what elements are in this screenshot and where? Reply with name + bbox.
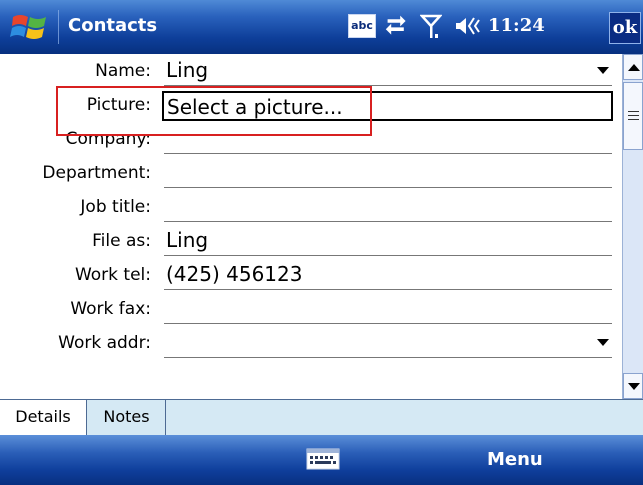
scroll-down-icon[interactable] <box>623 373 643 399</box>
field-underline <box>164 289 612 290</box>
clock[interactable]: 11:24 <box>488 15 545 36</box>
keyboard-icon[interactable] <box>306 448 340 470</box>
grip-line <box>628 115 639 116</box>
volume-icon[interactable] <box>454 14 482 38</box>
field-department[interactable]: Department: <box>0 156 621 190</box>
field-label: Job title: <box>80 197 151 217</box>
vertical-scrollbar[interactable] <box>622 54 643 399</box>
windows-start-icon[interactable] <box>10 11 50 43</box>
ok-button[interactable]: ok <box>609 12 641 44</box>
app-title: Contacts <box>68 15 158 36</box>
field-label: Work fax: <box>70 299 151 319</box>
field-label: Department: <box>42 163 151 183</box>
field-label: Name: <box>95 61 151 81</box>
field-name[interactable]: Name: Ling <box>0 54 621 88</box>
field-work-addr[interactable]: Work addr: <box>0 326 621 360</box>
scroll-thumb[interactable] <box>623 82 643 150</box>
tab-notes[interactable]: Notes <box>88 400 166 435</box>
field-job-title[interactable]: Job title: <box>0 190 621 224</box>
chevron-down-icon[interactable] <box>597 339 609 346</box>
work-tel-field[interactable]: (425) 456123 <box>166 262 302 286</box>
picture-highlight-frame <box>56 86 372 136</box>
field-underline <box>164 357 612 358</box>
scroll-up-icon[interactable] <box>623 54 643 80</box>
field-work-fax[interactable]: Work fax: <box>0 292 621 326</box>
field-underline <box>164 323 612 324</box>
signal-strength-icon[interactable] <box>420 14 442 40</box>
field-underline <box>164 187 612 188</box>
name-field[interactable]: Ling <box>166 58 208 82</box>
field-label: Work addr: <box>58 333 151 353</box>
connectivity-icon[interactable] <box>384 14 410 38</box>
tab-bar: Details Notes <box>0 399 643 435</box>
tab-details[interactable]: Details <box>0 400 87 435</box>
field-label: Work tel: <box>74 265 151 285</box>
field-work-tel[interactable]: Work tel: (425) 456123 <box>0 258 621 292</box>
field-underline <box>164 255 612 256</box>
softkey-bar: Menu <box>0 435 643 485</box>
field-underline <box>164 153 612 154</box>
title-separator <box>58 10 59 44</box>
input-method-icon[interactable]: abc <box>348 14 376 38</box>
grip-line <box>628 111 639 112</box>
grip-line <box>628 119 639 120</box>
menu-softkey[interactable]: Menu <box>487 449 543 470</box>
title-bar: Contacts abc 11:24 ok <box>0 0 643 54</box>
field-file-as[interactable]: File as: Ling <box>0 224 621 258</box>
chevron-down-icon[interactable] <box>597 67 609 74</box>
field-underline <box>164 221 612 222</box>
field-label: File as: <box>92 231 151 251</box>
file-as-field[interactable]: Ling <box>166 228 208 252</box>
